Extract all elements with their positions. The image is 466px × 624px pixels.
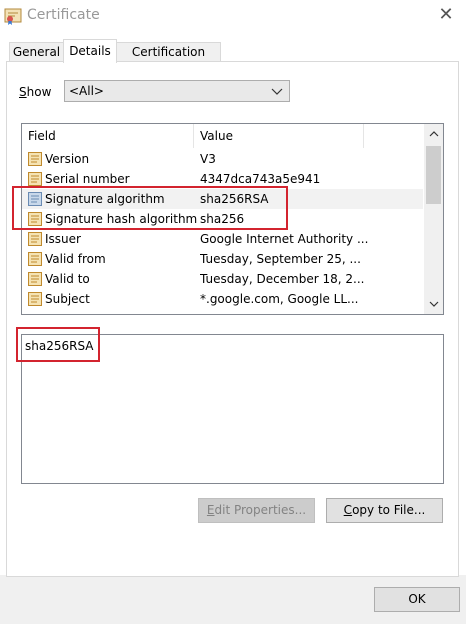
list-item[interactable]: Signature algorithm sha256RSA <box>22 189 423 209</box>
column-header-value[interactable]: Value <box>194 124 364 148</box>
field-value: V3 <box>200 152 216 166</box>
chevron-down-icon <box>271 82 283 105</box>
scroll-up-icon[interactable] <box>424 124 443 143</box>
field-name: Valid from <box>45 252 106 266</box>
cert-field-icon <box>28 152 42 166</box>
list-scrollbar[interactable] <box>424 124 443 314</box>
list-item[interactable]: Serial number 4347dca743a5e941 <box>22 169 423 189</box>
field-value: Google Internet Authority ... <box>200 232 369 246</box>
scroll-thumb[interactable] <box>426 146 441 204</box>
cert-field-icon <box>28 292 42 306</box>
list-item[interactable]: Valid from Tuesday, September 25, ... <box>22 249 423 269</box>
field-name: Issuer <box>45 232 81 246</box>
list-item[interactable]: Valid to Tuesday, December 18, 2... <box>22 269 423 289</box>
cert-field-icon <box>28 212 42 226</box>
edit-properties-button[interactable]: Edit Properties... <box>198 498 315 523</box>
field-value: 4347dca743a5e941 <box>200 172 321 186</box>
show-dropdown[interactable]: <All> <box>64 80 290 102</box>
close-icon[interactable]: ✕ <box>434 3 458 27</box>
cert-field-icon <box>28 172 42 186</box>
tab-general[interactable]: General <box>9 42 64 62</box>
list-item[interactable]: Version V3 <box>22 149 423 169</box>
field-value-text: sha256RSA <box>25 339 94 353</box>
list-item[interactable]: Issuer Google Internet Authority ... <box>22 229 423 249</box>
field-value: sha256 <box>200 212 245 226</box>
field-value-box[interactable]: sha256RSA <box>21 334 444 484</box>
field-value: sha256RSA <box>200 192 269 206</box>
field-name: Signature hash algorithm <box>45 212 198 226</box>
field-name: Serial number <box>45 172 130 186</box>
cert-field-icon <box>28 252 42 266</box>
column-header-field[interactable]: Field <box>22 124 194 148</box>
list-item[interactable]: Signature hash algorithm sha256 <box>22 209 423 229</box>
show-label: Show <box>19 85 52 99</box>
show-dropdown-value: <All> <box>69 84 104 98</box>
field-name: Version <box>45 152 90 166</box>
field-value: Tuesday, December 18, 2... <box>200 272 365 286</box>
ok-button[interactable]: OK <box>374 587 460 612</box>
cert-field-icon <box>28 232 42 246</box>
field-value: Tuesday, September 25, ... <box>200 252 361 266</box>
certificate-icon <box>4 8 22 25</box>
copy-to-file-button[interactable]: Copy to File... <box>326 498 443 523</box>
field-name: Signature algorithm <box>45 192 165 206</box>
tab-certification-path[interactable]: Certification Path <box>116 42 221 78</box>
field-name: Subject <box>45 292 90 306</box>
field-name: Valid to <box>45 272 90 286</box>
cert-field-icon <box>28 192 42 206</box>
list-item[interactable]: Subject *.google.com, Google LL... <box>22 289 423 309</box>
window-title: Certificate <box>27 7 100 23</box>
field-list[interactable]: Field Value Version V3 Serial number 4347dc… <box>21 123 444 315</box>
field-value: *.google.com, Google LL... <box>200 292 359 306</box>
cert-field-icon <box>28 272 42 286</box>
scroll-down-icon[interactable] <box>424 295 443 314</box>
tab-details[interactable]: Details <box>63 39 117 63</box>
